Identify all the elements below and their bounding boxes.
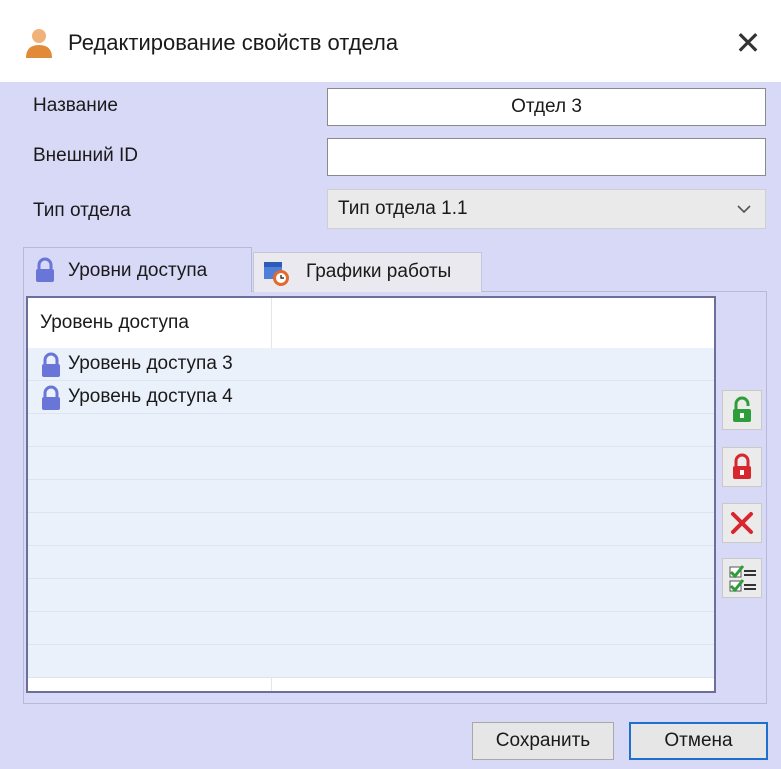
delete-button[interactable] xyxy=(722,503,762,543)
external-id-input[interactable] xyxy=(327,138,766,176)
select-all-button[interactable] xyxy=(722,558,762,598)
delete-icon xyxy=(731,512,753,534)
name-label: Название xyxy=(33,95,118,116)
tab-access-levels[interactable]: Уровни доступа xyxy=(23,247,252,292)
empty-row xyxy=(28,414,714,447)
table-header: Уровень доступа xyxy=(28,298,714,349)
schedule-icon xyxy=(264,262,289,286)
table-row[interactable]: Уровень доступа 3 xyxy=(28,348,714,381)
empty-row xyxy=(28,546,714,579)
row-label: Уровень доступа 3 xyxy=(68,353,233,374)
tab-schedules-label: Графики работы xyxy=(306,261,452,282)
empty-row xyxy=(28,447,714,480)
empty-row xyxy=(28,513,714,546)
access-levels-table[interactable]: Уровень доступа Уровень доступа 3 Уровень… xyxy=(26,296,716,693)
tab-access-levels-label: Уровни доступа xyxy=(68,260,208,281)
lock-icon xyxy=(36,257,54,282)
save-button[interactable]: Сохранить xyxy=(472,722,614,760)
empty-row xyxy=(28,612,714,645)
title-bar: Редактирование свойств отдела ✕ xyxy=(0,0,781,82)
empty-row xyxy=(28,480,714,513)
user-icon xyxy=(26,29,52,58)
red-lock-icon xyxy=(733,453,751,479)
type-label: Тип отдела xyxy=(33,200,131,221)
name-input[interactable] xyxy=(327,88,766,126)
cancel-button[interactable]: Отмена xyxy=(629,722,768,760)
type-select-value: Тип отдела 1.1 xyxy=(338,198,468,219)
remove-access-level-button[interactable] xyxy=(722,447,762,487)
table-rows: Уровень доступа 3 Уровень доступа 4 xyxy=(28,348,714,678)
dialog-window: Редактирование свойств отдела ✕ Название… xyxy=(0,0,781,769)
table-row[interactable]: Уровень доступа 4 xyxy=(28,381,714,414)
empty-row xyxy=(28,579,714,612)
lock-icon xyxy=(42,385,60,410)
close-button[interactable]: ✕ xyxy=(728,24,768,64)
empty-row xyxy=(28,645,714,678)
row-label: Уровень доступа 4 xyxy=(68,386,233,407)
column-header-access-level[interactable]: Уровень доступа xyxy=(40,308,189,338)
type-select[interactable]: Тип отдела 1.1 xyxy=(327,189,766,229)
add-access-level-button[interactable] xyxy=(722,390,762,430)
window-title: Редактирование свойств отдела xyxy=(68,30,399,55)
tab-schedules[interactable]: Графики работы xyxy=(253,252,482,292)
external-id-label: Внешний ID xyxy=(33,145,138,166)
chevron-down-icon xyxy=(737,205,751,214)
lock-icon xyxy=(42,352,60,377)
green-lock-icon xyxy=(733,396,751,422)
checklist-icon xyxy=(729,565,756,593)
